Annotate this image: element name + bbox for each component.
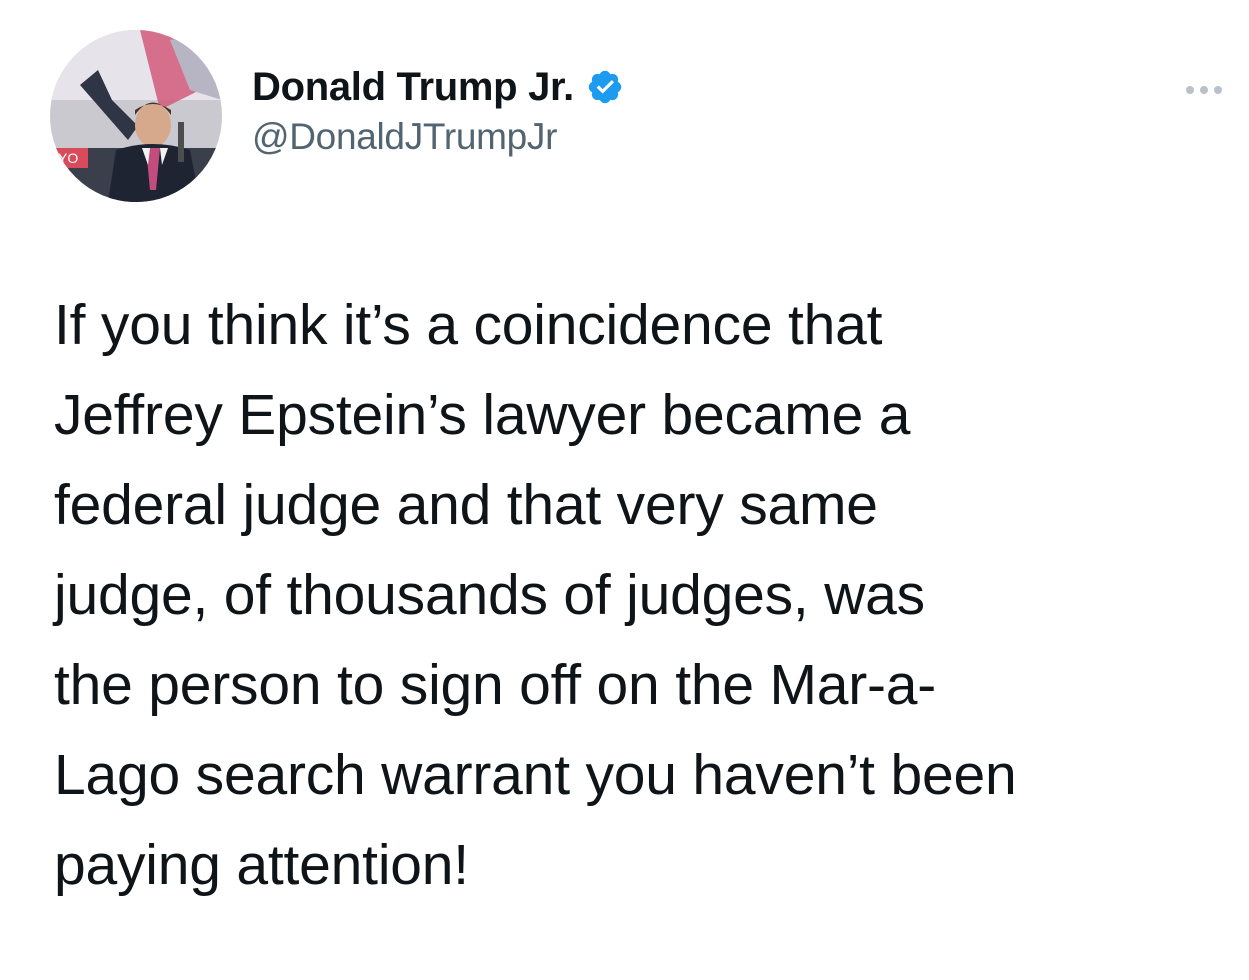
svg-text:YO: YO: [58, 150, 78, 166]
verified-badge-icon: [586, 68, 624, 106]
author-block: Donald Trump Jr. @DonaldJTrumpJr: [252, 62, 624, 158]
avatar-image: YO: [50, 30, 222, 202]
tweet-text-line: federal judge and that very same: [54, 473, 878, 537]
tweet-text-line: If you think it’s a coincidence that: [54, 293, 883, 357]
author-avatar[interactable]: YO: [50, 30, 222, 202]
tweet-text-line: judge, of thousands of judges, was: [54, 563, 925, 627]
author-handle[interactable]: @DonaldJTrumpJr: [252, 116, 624, 158]
more-dot: [1200, 86, 1208, 94]
author-display-name[interactable]: Donald Trump Jr.: [252, 65, 574, 110]
tweet-text-line: the person to sign off on the Mar-a-: [54, 653, 937, 717]
tweet-text-line: Jeffrey Epstein’s lawyer became a: [54, 383, 911, 447]
tweet-card: YO Donald Trump Jr. @DonaldJTrumpJr If y…: [0, 0, 1249, 980]
more-options-icon[interactable]: [1176, 72, 1232, 108]
tweet-text-line: paying attention!: [54, 833, 469, 897]
more-dot: [1186, 86, 1194, 94]
author-name-row: Donald Trump Jr.: [252, 62, 624, 112]
tweet-text: If you think it’s a coincidence that Jef…: [54, 280, 1234, 910]
tweet-text-line: Lago search warrant you haven’t been: [54, 743, 1017, 807]
more-dot: [1214, 86, 1222, 94]
